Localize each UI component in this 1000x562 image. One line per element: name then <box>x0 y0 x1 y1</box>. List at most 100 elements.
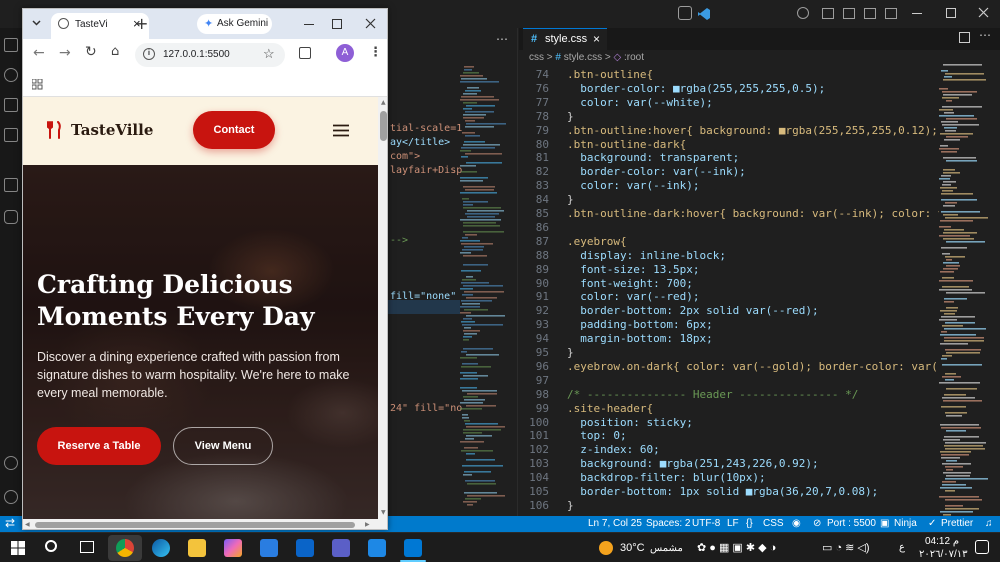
teams-icon[interactable] <box>332 539 350 557</box>
status-prettier[interactable]: Prettier <box>941 518 973 529</box>
code-line[interactable]: 93 padding-bottom: 6px; <box>519 318 939 332</box>
maximize-icon[interactable] <box>332 19 342 29</box>
tab-close-icon[interactable]: × <box>593 32 600 46</box>
ask-gemini-button[interactable]: ✦ Ask Gemini <box>197 14 272 34</box>
chrome-taskbar-icon[interactable] <box>116 539 134 557</box>
hamburger-menu-icon[interactable] <box>333 124 349 137</box>
code-line[interactable]: 106} <box>519 499 939 513</box>
left-minimap[interactable] <box>460 66 508 506</box>
microsoft-store-icon[interactable] <box>260 539 278 557</box>
breadcrumb-file[interactable]: style.css <box>564 52 602 63</box>
copilot-status-icon[interactable]: ◉ <box>792 518 801 529</box>
brand-name[interactable]: TasteVille <box>71 121 153 139</box>
code-line[interactable]: 85 .btn-outline-dark:hover{ background: v… <box>519 207 939 221</box>
close-window-icon[interactable] <box>365 18 376 29</box>
code-line[interactable]: 104 backdrop-filter: blur(10px); <box>519 471 939 485</box>
toggle-panel-icon[interactable] <box>843 8 855 19</box>
run-debug-icon[interactable] <box>4 128 18 142</box>
scroll-up-arrow-icon[interactable]: ▲ <box>381 99 386 106</box>
code-line[interactable]: 101 top: 0; <box>519 429 939 443</box>
status-indentation[interactable]: Spaces: 2 <box>646 518 690 529</box>
code-line[interactable]: 97 <box>519 374 939 388</box>
address-bar[interactable]: i 127.0.0.1:5500 ☆ <box>135 43 285 67</box>
visual-studio-icon[interactable] <box>368 539 386 557</box>
code-line[interactable]: 99 .site-header{ <box>519 402 939 416</box>
copilot-icon[interactable] <box>678 6 692 20</box>
code-line[interactable]: 82 border-color: var(--ink); <box>519 165 939 179</box>
code-line[interactable]: 100 position: sticky; <box>519 416 939 430</box>
weather-description[interactable]: مشمس <box>650 543 683 554</box>
code-line[interactable]: 89 font-size: 13.5px; <box>519 263 939 277</box>
search-icon[interactable] <box>45 540 57 552</box>
profile-avatar[interactable]: A <box>336 44 354 62</box>
status-encoding[interactable]: UTF-8 <box>692 518 720 529</box>
code-line[interactable]: 80 .btn-outline-dark{ <box>519 138 939 152</box>
code-line[interactable]: 98 /* --------------- Header ------------… <box>519 388 939 402</box>
page-horizontal-scrollbar[interactable]: ◀ ▶ <box>23 519 387 529</box>
system-tray-icons[interactable]: ▭ ◔ ≋ ◁) <box>822 541 870 554</box>
status-live-server-port[interactable]: Port : 5500 <box>827 518 876 529</box>
site-info-icon[interactable]: i <box>143 48 155 60</box>
code-line[interactable]: 94 margin-bottom: 18px; <box>519 332 939 346</box>
remote-icon[interactable]: ⇄ <box>5 516 15 530</box>
code-line[interactable]: 96 .eyebrow.on-dark{ color: var(--gold); … <box>519 360 939 374</box>
file-explorer-icon[interactable] <box>188 539 206 557</box>
notification-center-icon[interactable] <box>975 540 989 554</box>
input-language-indicator[interactable]: ع <box>899 542 905 553</box>
customize-layout-icon[interactable] <box>885 8 897 19</box>
windows-start-icon[interactable] <box>11 541 25 555</box>
extensions-icon[interactable] <box>4 178 18 192</box>
code-line[interactable]: 87 .eyebrow{ <box>519 235 939 249</box>
scrollbar-thumb[interactable] <box>35 522 355 528</box>
python-icon[interactable] <box>4 210 18 224</box>
code-line[interactable]: 84} <box>519 193 939 207</box>
tab-search-chevron-icon[interactable] <box>32 20 41 26</box>
taskbar-clock-time[interactable]: 04:12 م <box>925 536 959 547</box>
code-line[interactable]: 83 color: var(--ink); <box>519 179 939 193</box>
manage-gear-icon[interactable] <box>4 490 18 504</box>
breadcrumb-symbol[interactable]: :root <box>624 52 644 63</box>
code-line[interactable]: 88 display: inline-block; <box>519 249 939 263</box>
home-icon[interactable]: ⌂ <box>111 44 119 59</box>
edge-taskbar-icon[interactable] <box>152 539 170 557</box>
page-vertical-scrollbar[interactable]: ▲ ▼ <box>378 97 387 519</box>
more-actions-icon[interactable]: ⋯ <box>979 28 991 42</box>
tab-style-css[interactable]: # style.css × <box>523 28 607 50</box>
split-editor-icon[interactable] <box>959 32 970 43</box>
maximize-icon[interactable] <box>946 8 956 18</box>
status-eol[interactable]: LF <box>727 518 739 529</box>
toggle-secondary-sidebar-icon[interactable] <box>864 8 876 19</box>
minimize-icon[interactable] <box>912 13 922 14</box>
bookmark-star-icon[interactable]: ☆ <box>263 46 275 62</box>
code-line[interactable]: 91 color: var(--red); <box>519 290 939 304</box>
taskbar-clock-date[interactable]: ٢٠٢٦/٠٧/١٣ <box>919 549 968 560</box>
explorer-icon[interactable] <box>4 38 18 52</box>
copilot-app-icon[interactable] <box>224 539 242 557</box>
back-arrow-icon[interactable]: ← <box>33 45 45 61</box>
scroll-down-arrow-icon[interactable]: ▼ <box>381 509 386 516</box>
accounts-icon[interactable] <box>797 7 809 19</box>
new-tab-button[interactable]: + <box>135 14 148 33</box>
account-icon[interactable] <box>4 456 18 470</box>
minimize-icon[interactable] <box>304 24 314 25</box>
code-area[interactable]: 74 .btn-outline{76 border-color: ■rgba(25… <box>519 68 939 516</box>
task-view-icon[interactable] <box>80 541 94 553</box>
status-cursor-position[interactable]: Ln 7, Col 25 <box>588 518 642 529</box>
code-line[interactable]: 90 font-weight: 700; <box>519 277 939 291</box>
status-language[interactable]: CSS <box>763 518 784 529</box>
forward-arrow-icon[interactable]: → <box>59 45 71 61</box>
extensions-puzzle-icon[interactable] <box>299 47 311 59</box>
code-line[interactable]: 102 z-index: 60; <box>519 443 939 457</box>
reload-icon[interactable]: ↻ <box>85 44 97 60</box>
source-control-icon[interactable] <box>4 98 18 112</box>
reserve-table-button[interactable]: Reserve a Table <box>37 427 161 465</box>
vscode-taskbar-icon[interactable] <box>404 539 422 557</box>
apps-grid-icon[interactable] <box>32 79 43 90</box>
minimap[interactable] <box>939 64 989 516</box>
code-line[interactable]: 76 border-color: ■rgba(255,255,255,0.5); <box>519 82 939 96</box>
scrollbar-thumb[interactable] <box>380 111 387 141</box>
tray-icons[interactable]: ✿ ● ▦ ▣ ✱ ◆ ◑ <box>697 541 776 554</box>
code-line[interactable]: 79 .btn-outline:hover{ background: ■rgba(… <box>519 124 939 138</box>
notifications-bell-icon[interactable]: ♫ <box>985 518 993 529</box>
code-line[interactable]: 81 background: transparent; <box>519 151 939 165</box>
